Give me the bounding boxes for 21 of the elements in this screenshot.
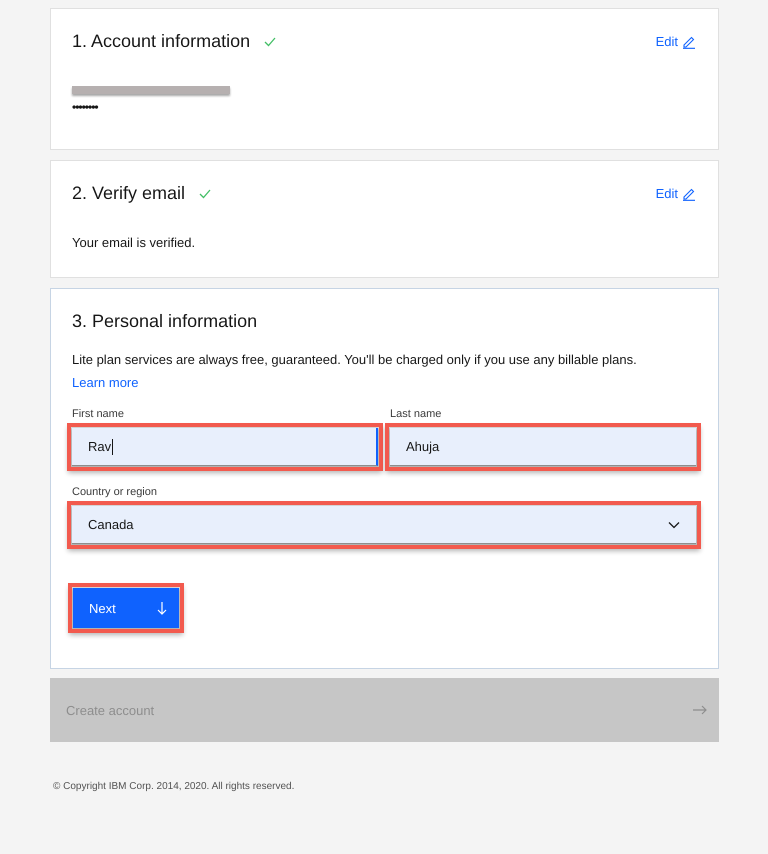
checkmark-icon xyxy=(264,36,276,46)
learn-more-link[interactable]: Learn more xyxy=(72,375,138,390)
step-title: 3. Personal information xyxy=(72,311,258,332)
status-message: Your email is verified. xyxy=(72,235,196,250)
arrow-right-icon xyxy=(692,705,707,715)
checkmark-icon xyxy=(199,188,212,198)
edit-link[interactable]: Edit xyxy=(656,34,696,49)
password-mask: •••••••• xyxy=(72,100,100,114)
pencil-icon xyxy=(682,186,696,200)
edit-link[interactable]: Edit xyxy=(656,186,696,201)
step-title: 2. Verify email xyxy=(72,183,186,204)
notice-text: Lite plan services are always free, guaranteed. You'll be charged only if you use any billable plans. xyxy=(72,352,638,367)
chevron-down-icon xyxy=(668,520,680,528)
field-label: Country or region xyxy=(72,486,158,498)
field-label: Last name xyxy=(390,408,442,420)
step-title: 1. Account information xyxy=(72,31,250,52)
copyright-text: © Copyright IBM Corp. 2014, 2020. All rights reserved. xyxy=(53,781,296,792)
next-button[interactable]: Next xyxy=(73,588,179,628)
pencil-icon xyxy=(682,34,696,48)
field-label: First name xyxy=(72,408,125,420)
arrow-down-icon xyxy=(157,601,167,615)
